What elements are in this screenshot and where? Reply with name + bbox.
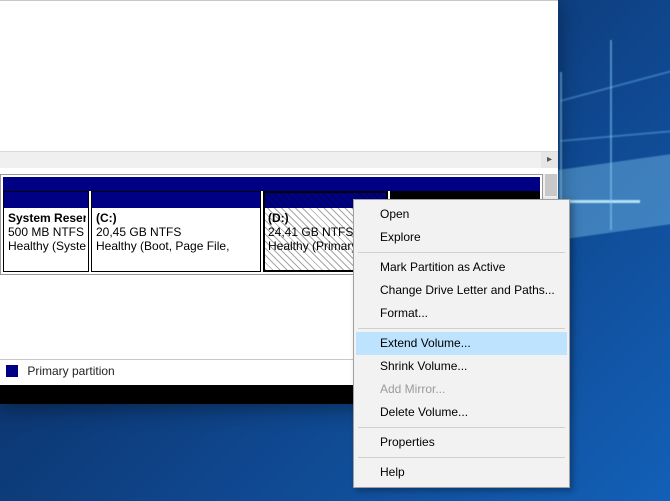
- partition-c[interactable]: (C:) 20,45 GB NTFS Healthy (Boot, Page F…: [91, 191, 261, 272]
- menu-open[interactable]: Open: [356, 203, 567, 226]
- volume-list-area: [0, 0, 558, 152]
- partition-title: (C:): [96, 211, 117, 225]
- partition-size: 20,45 GB NTFS: [96, 225, 181, 239]
- partition-title: (D:): [268, 211, 289, 225]
- disk-header-strip: [3, 177, 540, 191]
- partition-system-reserved[interactable]: System Reser 500 MB NTFS Healthy (Syster: [3, 191, 89, 272]
- partition-title: System Reser: [8, 211, 86, 225]
- legend-label-primary: Primary partition: [27, 364, 114, 378]
- menu-separator: [358, 457, 565, 458]
- horizontal-scrollbar[interactable]: ▸: [0, 151, 558, 168]
- partition-size: 24,41 GB NTFS: [268, 225, 353, 239]
- partition-status: Healthy (Boot, Page File,: [96, 239, 229, 253]
- desktop-background: ▸ System Reser 500 MB NTFS Healthy (Syst…: [0, 0, 670, 501]
- partition-size: 500 MB NTFS: [8, 225, 84, 239]
- scroll-right-button[interactable]: ▸: [541, 152, 558, 168]
- context-menu: Open Explore Mark Partition as Active Ch…: [353, 199, 570, 488]
- menu-add-mirror: Add Mirror...: [356, 378, 567, 401]
- menu-change-letter[interactable]: Change Drive Letter and Paths...: [356, 279, 567, 302]
- menu-mark-active[interactable]: Mark Partition as Active: [356, 256, 567, 279]
- menu-separator: [358, 252, 565, 253]
- menu-properties[interactable]: Properties: [356, 431, 567, 454]
- scroll-thumb[interactable]: [545, 174, 557, 196]
- menu-delete-volume[interactable]: Delete Volume...: [356, 401, 567, 424]
- menu-separator: [358, 427, 565, 428]
- partition-status: Healthy (Syster: [8, 239, 86, 253]
- menu-format[interactable]: Format...: [356, 302, 567, 325]
- legend-swatch-primary: [6, 365, 18, 377]
- menu-separator: [358, 328, 565, 329]
- menu-explore[interactable]: Explore: [356, 226, 567, 249]
- menu-help[interactable]: Help: [356, 461, 567, 484]
- menu-shrink-volume[interactable]: Shrink Volume...: [356, 355, 567, 378]
- menu-extend-volume[interactable]: Extend Volume...: [356, 332, 567, 355]
